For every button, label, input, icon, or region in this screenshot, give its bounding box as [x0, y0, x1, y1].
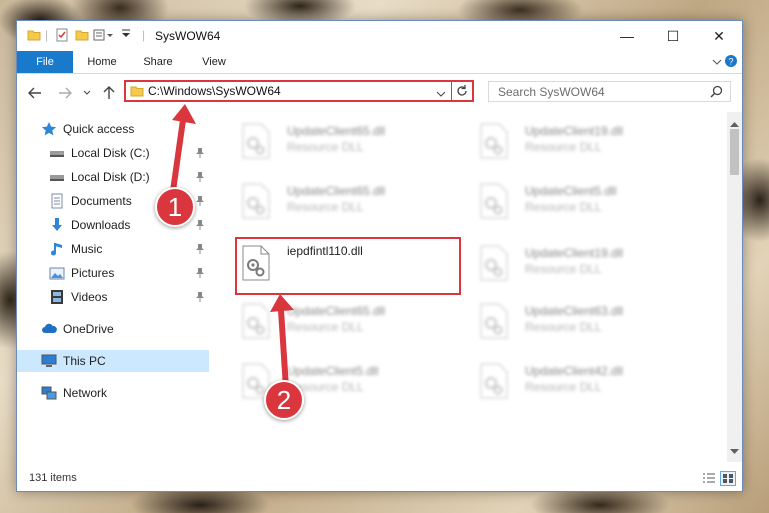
arrow-to-file [270, 294, 294, 389]
callout-1: 1 [155, 187, 195, 227]
arrow-to-address-bar [169, 104, 196, 199]
callout-2: 2 [264, 380, 304, 420]
annotation-arrows [169, 104, 294, 389]
